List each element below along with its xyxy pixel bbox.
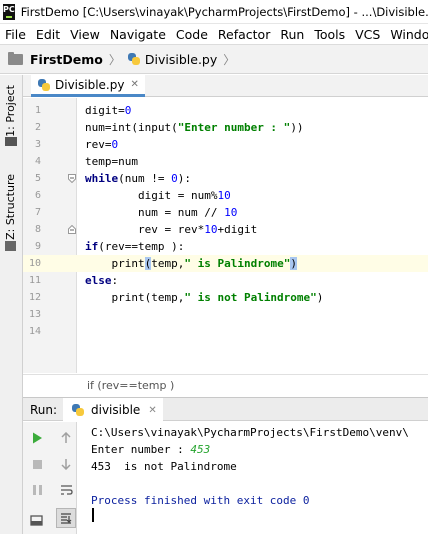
fold-open-icon[interactable] (68, 174, 76, 183)
pause-icon[interactable] (30, 483, 44, 497)
chevron-right-icon: 〉 (108, 52, 121, 67)
menu-view[interactable]: View (70, 27, 100, 42)
line-number: 12 (28, 292, 41, 303)
console-user-input: 453 (190, 443, 211, 456)
run-console[interactable]: C:\Users\vinayak\PycharmProjects\FirstDe… (78, 422, 428, 534)
line-number: 5 (34, 173, 41, 184)
code-editor[interactable]: 1 digit=0 2 num=int(input("Enter number : … (23, 98, 428, 373)
code-line: 14 (23, 323, 428, 340)
structure-tool-tab[interactable]: Z: Structure (4, 174, 17, 240)
run-panel-label: Run: (30, 403, 58, 417)
layout-icon[interactable] (29, 513, 43, 527)
line-number: 1 (34, 105, 41, 116)
line-number: 14 (28, 326, 41, 337)
menu-code[interactable]: Code (176, 27, 208, 42)
text-cursor (92, 508, 94, 522)
editor-tab-divisible[interactable]: Divisible.py ✕ (31, 75, 145, 97)
code-breadcrumb[interactable]: if (rev==temp ) (87, 379, 174, 392)
console-prompt: Enter number : (91, 443, 191, 456)
line-number: 8 (34, 224, 41, 235)
code-line: 1 digit=0 (23, 102, 428, 119)
console-prompt-line: Enter number : 453 (91, 443, 210, 456)
code-line: 12 print(temp," is not Palindrome") (23, 289, 428, 306)
line-number: 6 (34, 190, 41, 201)
menu-vcs[interactable]: VCS (355, 27, 380, 42)
console-finished-message: Process finished with exit code 0 (91, 494, 310, 507)
close-icon[interactable]: ✕ (130, 79, 138, 90)
menu-file[interactable]: File (5, 27, 26, 42)
code-line: 3 rev=0 (23, 136, 428, 153)
run-tab-label: divisible (91, 403, 141, 417)
code-line: 6 digit = num%10 (23, 187, 428, 204)
line-number: 4 (34, 156, 41, 167)
close-icon[interactable]: ✕ (148, 405, 156, 416)
code-line: 2 num=int(input("Enter number : ")) (23, 119, 428, 136)
run-panel-header: Run: divisible ✕ (23, 397, 428, 422)
navigation-bar: FirstDemo 〉 Divisible.py 〉 (0, 44, 428, 74)
console-command: C:\Users\vinayak\PycharmProjects\FirstDe… (91, 426, 409, 439)
menu-tools[interactable]: Tools (314, 27, 345, 42)
line-number: 3 (34, 139, 41, 150)
line-number: 10 (28, 258, 41, 269)
code-line: 5 while(num != 0): (23, 170, 428, 187)
code-line: 4 temp=num (23, 153, 428, 170)
python-run-icon (71, 403, 85, 417)
editor-tab-bar: Divisible.py ✕ (23, 75, 428, 97)
breadcrumb-file[interactable]: Divisible.py (145, 52, 217, 67)
run-tab-divisible[interactable]: divisible ✕ (63, 398, 163, 422)
chevron-right-icon: 〉 (223, 52, 236, 67)
code-line: 9 if(rev==temp ): (23, 238, 428, 255)
window-title: FirstDemo [C:\Users\vinayak\PycharmProje… (20, 4, 428, 19)
arrow-down-icon[interactable] (59, 457, 73, 471)
project-tool-icon (5, 137, 17, 146)
left-tool-strip: 1: Project Z: Structure (0, 75, 23, 534)
run-toolbar (23, 422, 77, 534)
code-line: 8 rev = rev*10+digit (23, 221, 428, 238)
menu-bar: File Edit View Navigate Code Refactor Ru… (0, 24, 428, 44)
arrow-up-icon[interactable] (59, 431, 73, 445)
stop-icon[interactable] (30, 457, 44, 471)
line-number: 7 (34, 207, 41, 218)
structure-tool-icon (5, 241, 16, 251)
editor-tab-label: Divisible.py (55, 77, 125, 92)
fold-close-icon[interactable] (68, 225, 76, 234)
code-line: 7 num = num // 10 (23, 204, 428, 221)
code-line: 13 (23, 306, 428, 323)
current-code-line: 10 print(temp," is Palindrome") (23, 255, 428, 272)
code-line: 11 else: (23, 272, 428, 289)
python-file-icon (127, 52, 141, 66)
rerun-icon[interactable] (30, 431, 44, 445)
folder-icon (8, 51, 23, 65)
menu-refactor[interactable]: Refactor (218, 27, 270, 42)
editor-breadcrumb-bar: if (rev==temp ) (23, 374, 428, 396)
menu-run[interactable]: Run (280, 27, 304, 42)
menu-window[interactable]: Window (390, 27, 428, 42)
line-number: 11 (28, 275, 41, 286)
menu-navigate[interactable]: Navigate (110, 27, 166, 42)
line-number: 13 (28, 309, 41, 320)
line-number: 9 (34, 241, 41, 252)
scroll-to-end-icon[interactable] (56, 508, 76, 528)
soft-wrap-icon[interactable] (59, 483, 73, 497)
title-bar: PC FirstDemo [C:\Users\vinayak\PycharmPr… (0, 0, 428, 24)
menu-edit[interactable]: Edit (36, 27, 60, 42)
project-tool-tab[interactable]: 1: Project (4, 85, 17, 137)
console-output: 453 is not Palindrome (91, 460, 237, 473)
python-file-icon (37, 78, 51, 92)
pycharm-logo-icon: PC (3, 3, 15, 20)
breadcrumb-project[interactable]: FirstDemo (30, 52, 103, 67)
line-number: 2 (34, 122, 41, 133)
